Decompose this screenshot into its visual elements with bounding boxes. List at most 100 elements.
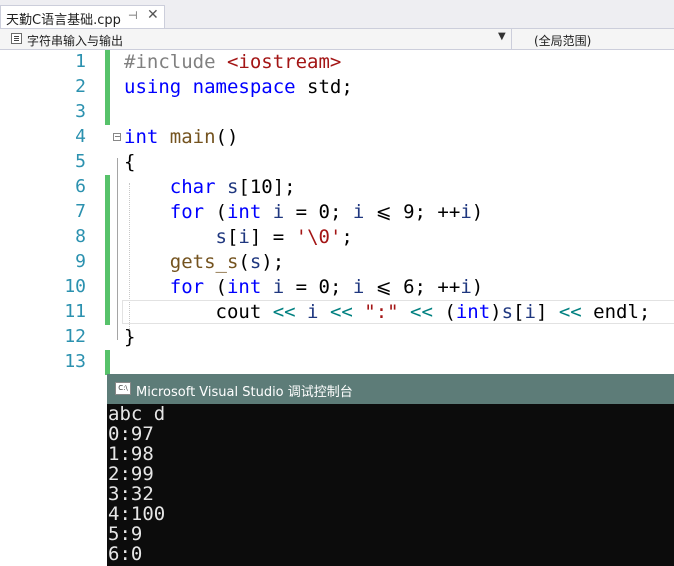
- file-icon: [11, 33, 22, 44]
- token: (: [238, 251, 250, 273]
- code-text: gets_s(s);: [124, 250, 284, 275]
- code-line: 8 s[i] = '\0';: [0, 225, 674, 250]
- code-text: {: [124, 151, 136, 173]
- change-marker: [105, 50, 110, 75]
- token: int: [124, 126, 159, 148]
- change-marker: [105, 250, 110, 275]
- debug-console-window[interactable]: C:\ Microsoft Visual Studio 调试控制台 abc d …: [107, 374, 674, 566]
- token: (): [215, 126, 239, 148]
- console-line: 0:97: [108, 423, 154, 445]
- token: (: [444, 301, 456, 323]
- collapse-icon[interactable]: −: [113, 133, 121, 141]
- code-line: 5 {: [0, 150, 674, 175]
- console-line: 2:99: [108, 463, 154, 485]
- code-text: #include <iostream>: [124, 50, 341, 75]
- line-number: 1: [75, 51, 86, 72]
- token: );: [261, 251, 285, 273]
- close-icon[interactable]: ✕: [147, 7, 159, 23]
- token: = 0;: [284, 201, 353, 223]
- console-line: 6:0: [108, 543, 143, 565]
- token: ] =: [249, 226, 296, 248]
- console-line: 4:100: [108, 503, 166, 525]
- token: 9;: [403, 201, 438, 223]
- token: i: [460, 201, 472, 223]
- document-tab[interactable]: 天勤C语言基础.cpp ⊣ ✕: [0, 5, 165, 28]
- console-title: Microsoft Visual Studio 调试控制台: [136, 385, 353, 400]
- token: main: [158, 126, 216, 148]
- token: [: [513, 301, 525, 323]
- token: [10];: [238, 176, 296, 198]
- console-title-bar[interactable]: C:\ Microsoft Visual Studio 调试控制台: [107, 374, 674, 404]
- token: 6;: [403, 276, 438, 298]
- token: ⩽: [364, 201, 404, 223]
- global-scope-dropdown[interactable]: (全局范围): [534, 32, 591, 49]
- console-output[interactable]: abc d 0:97 1:98 2:99 3:32 4:100 5:9 6:0: [107, 404, 674, 566]
- code-text: for (int i = 0; i ⩽ 6; ++i): [124, 275, 483, 300]
- code-line: 6 char s[10];: [0, 175, 674, 200]
- token: ): [471, 276, 484, 298]
- line-number: 10: [64, 276, 86, 297]
- line-number: 5: [75, 151, 86, 172]
- code-text: char s[10];: [124, 175, 296, 200]
- line-number: 6: [75, 176, 86, 197]
- code-text: }: [124, 326, 136, 348]
- line-number: 2: [75, 76, 86, 97]
- change-marker: [105, 200, 110, 225]
- token: ): [471, 201, 484, 223]
- token: using namespace: [124, 76, 296, 98]
- token: s: [215, 176, 239, 198]
- code-line: 11 cout << i << ":" << (int)s[i] << endl…: [0, 300, 674, 325]
- pin-icon[interactable]: ⊣: [128, 9, 138, 22]
- code-line: 1 #include <iostream>: [0, 50, 674, 75]
- change-marker: [105, 225, 110, 250]
- code-text: cout << i << ":" << (int)s[i] << endl;: [124, 300, 651, 325]
- change-marker: [105, 100, 110, 125]
- token: <<: [398, 301, 445, 323]
- code-line: 9 gets_s(s);: [0, 250, 674, 275]
- token: std;: [295, 76, 353, 98]
- code-line: 3: [0, 100, 674, 125]
- line-number: 13: [64, 351, 86, 372]
- code-text: using namespace std;: [124, 75, 353, 100]
- token: char: [124, 176, 216, 198]
- chevron-down-icon[interactable]: ▼: [498, 31, 506, 42]
- token: for: [124, 201, 205, 223]
- token: <<: [261, 301, 308, 323]
- token: '\0': [295, 226, 342, 248]
- token: ++: [437, 201, 461, 223]
- token: [: [226, 226, 239, 248]
- token: i: [238, 226, 250, 248]
- line-number: 3: [75, 101, 86, 122]
- token: i: [352, 276, 365, 298]
- token: i: [460, 276, 472, 298]
- line-number: 8: [75, 226, 86, 247]
- code-text: s[i] = '\0';: [124, 225, 353, 250]
- token: endl;: [581, 301, 651, 323]
- token: gets_s: [124, 251, 239, 273]
- token: #include: [124, 51, 227, 73]
- change-marker: [105, 75, 110, 100]
- change-marker: [105, 300, 110, 325]
- change-marker: [105, 175, 110, 200]
- code-text: int main(): [124, 125, 238, 150]
- document-tab-strip: 天勤C语言基础.cpp ⊣ ✕: [0, 0, 674, 28]
- code-line: 4 − int main(): [0, 125, 674, 150]
- code-line: 10 for (int i = 0; i ⩽ 6; ++i): [0, 275, 674, 300]
- token: = 0;: [284, 276, 353, 298]
- tab-title: 天勤C语言基础.cpp: [6, 13, 121, 28]
- code-text: for (int i = 0; i ⩽ 9; ++i): [124, 200, 483, 225]
- line-number: 4: [75, 126, 86, 147]
- token: ⩽: [364, 276, 404, 298]
- token: (: [204, 276, 227, 298]
- token: ): [490, 301, 502, 323]
- navigation-bar: 字符串输入与输出 ▼ (全局范围): [0, 28, 674, 50]
- line-number: 11: [64, 301, 86, 322]
- token: i: [261, 201, 285, 223]
- code-line: 7 for (int i = 0; i ⩽ 9; ++i): [0, 200, 674, 225]
- scope-dropdown[interactable]: 字符串输入与输出 ▼: [8, 30, 511, 48]
- token: ":": [364, 301, 399, 323]
- token: (: [204, 201, 227, 223]
- token: i: [352, 201, 365, 223]
- token: ++: [437, 276, 461, 298]
- console-line: 1:98: [108, 443, 154, 465]
